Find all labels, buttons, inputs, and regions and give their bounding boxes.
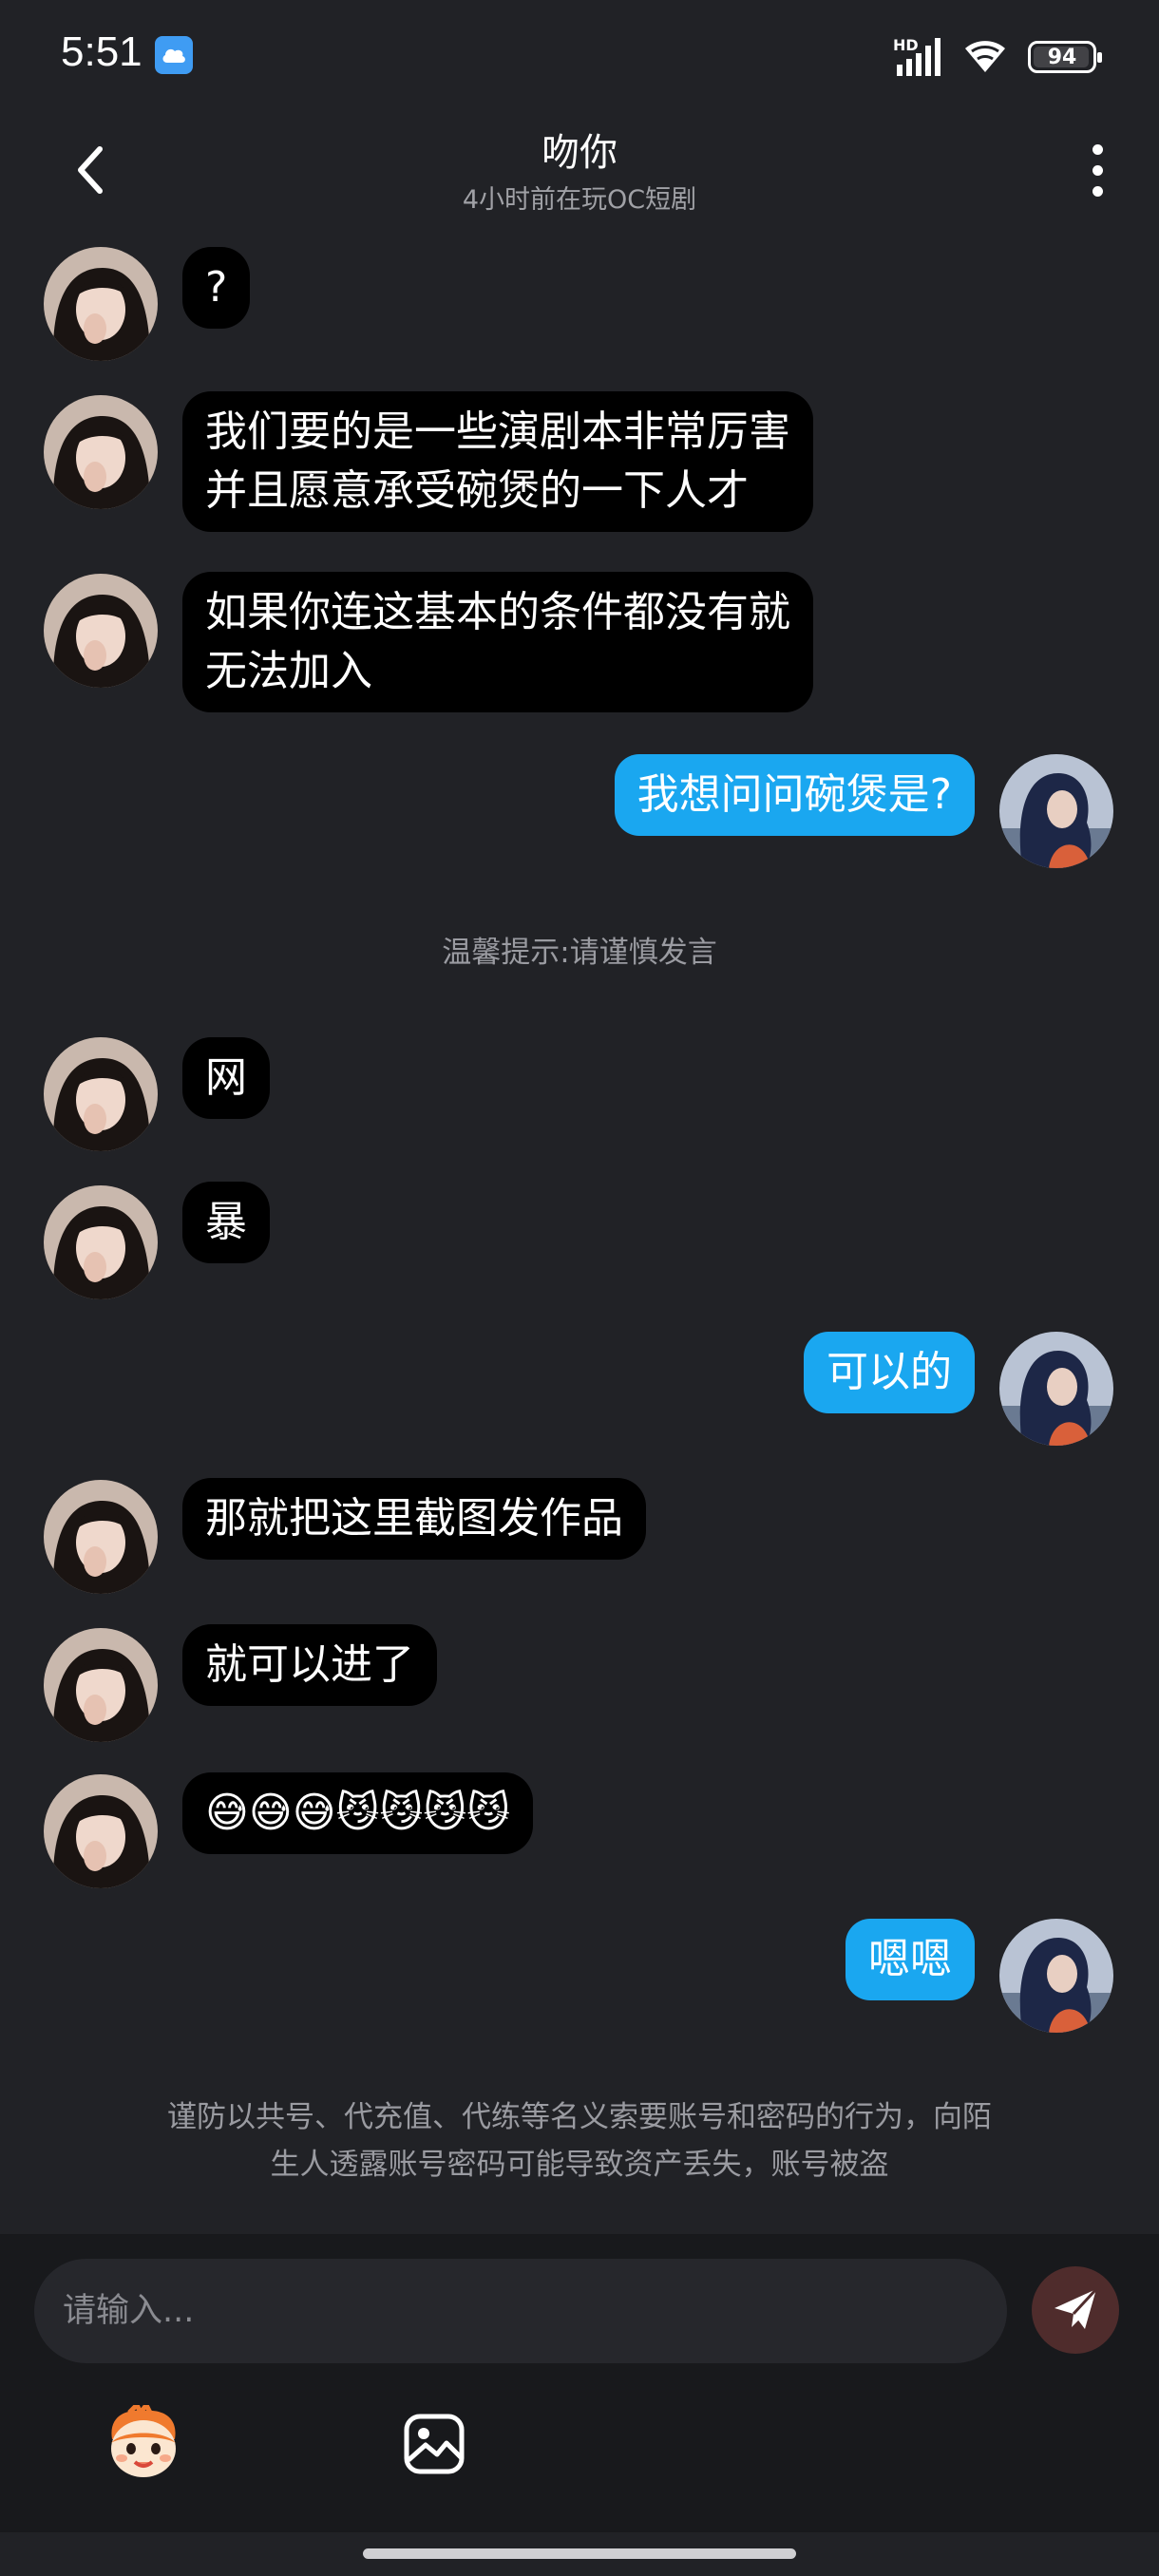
message-row: 可以的 [0,1332,1159,1455]
hd-label: HD [893,36,919,54]
contact-avatar[interactable] [44,1185,158,1299]
send-icon [1054,2287,1098,2329]
message-line: 如果你连这基本的条件都没有就 [205,588,790,636]
status-time: 5:51 [61,28,142,75]
message-row: 我想问问碗煲是? [0,754,1159,878]
status-bar: 5:51 HD 94 [0,0,1159,112]
message-line: 并且愿意承受碗煲的一下人才 [205,466,749,515]
message-composer [0,2234,1159,2532]
message-row: 那就把这里截图发作品 [0,1465,1159,1598]
chat-header: 吻你 4小时前在玩OC短剧 [0,112,1159,234]
message-row: 就可以进了 [0,1613,1159,1746]
outgoing-message[interactable]: 可以的 [804,1332,975,1413]
outgoing-message[interactable]: 我想问问碗煲是? [614,754,975,836]
system-tip: 温馨提示:请谨慎发言 [442,936,717,970]
safety-notice-line: 生人透露账号密码可能导致资产丢失，账号被盗 [270,2148,889,2182]
message-row: 我们要的是一些演剧本非常厉害 并且愿意承受碗煲的一下人才 [0,376,1159,547]
cloud-app-icon [155,36,193,74]
message-row: 暴 [0,1170,1159,1303]
message-input-wrapper[interactable] [34,2259,1007,2363]
outgoing-message[interactable]: 嗯嗯 [846,1919,975,2000]
message-input[interactable] [34,2259,1007,2363]
status-icons: HD 94 [893,30,1102,84]
message-line: 无法加入 [205,647,372,695]
incoming-message[interactable]: 😅😅😅😼😼😼😼 [182,1772,534,1854]
incoming-message[interactable]: ? [182,247,251,329]
contact-avatar[interactable] [44,247,158,361]
hd-signal-icon: HD [893,36,942,78]
incoming-message[interactable]: 那就把这里截图发作品 [182,1478,646,1560]
image-icon[interactable] [403,2413,466,2475]
more-vertical-icon[interactable] [1074,137,1121,203]
incoming-message[interactable]: 网 [182,1037,270,1119]
safety-notice: 谨防以共号、代充值、代练等名义索要账号和密码的行为，向陌 生人透露账号密码可能导… [0,2093,1159,2188]
message-line: 我们要的是一些演剧本非常厉害 [205,407,790,456]
incoming-message[interactable]: 我们要的是一些演剧本非常厉害 并且愿意承受碗煲的一下人才 [182,391,813,532]
message-row: 😅😅😅😼😼😼😼 [0,1759,1159,1892]
contact-avatar[interactable] [44,1628,158,1742]
battery-icon: 94 [1028,41,1102,73]
chat-title: 吻你 [542,131,618,175]
incoming-message[interactable]: 就可以进了 [182,1624,437,1706]
home-indicator[interactable] [363,2548,796,2559]
safety-notice-line: 谨防以共号、代充值、代练等名义索要账号和密码的行为，向陌 [167,2100,992,2134]
contact-avatar[interactable] [44,1480,158,1594]
message-row: 如果你连这基本的条件都没有就 无法加入 [0,557,1159,728]
incoming-message[interactable]: 如果你连这基本的条件都没有就 无法加入 [182,572,813,712]
message-row: 网 [0,1022,1159,1155]
incoming-message[interactable]: 暴 [182,1182,270,1263]
message-row: ? [0,234,1159,367]
chat-subtitle: 4小时前在玩OC短剧 [462,185,697,215]
contact-avatar[interactable] [44,395,158,509]
message-row: 嗯嗯 [0,1919,1159,2042]
wifi-icon [963,36,1007,78]
my-avatar[interactable] [999,754,1113,868]
contact-avatar[interactable] [44,1774,158,1888]
send-button[interactable] [1032,2266,1119,2354]
contact-avatar[interactable] [44,1037,158,1151]
message-list[interactable]: ? 我们要的是一些演剧本非常厉害 并且愿意承受碗煲的一下人才 如果你连这基本的条… [0,234,1159,2232]
my-avatar[interactable] [999,1332,1113,1446]
emoji-mascot-icon[interactable] [103,2400,184,2481]
my-avatar[interactable] [999,1919,1113,2033]
contact-avatar[interactable] [44,574,158,688]
